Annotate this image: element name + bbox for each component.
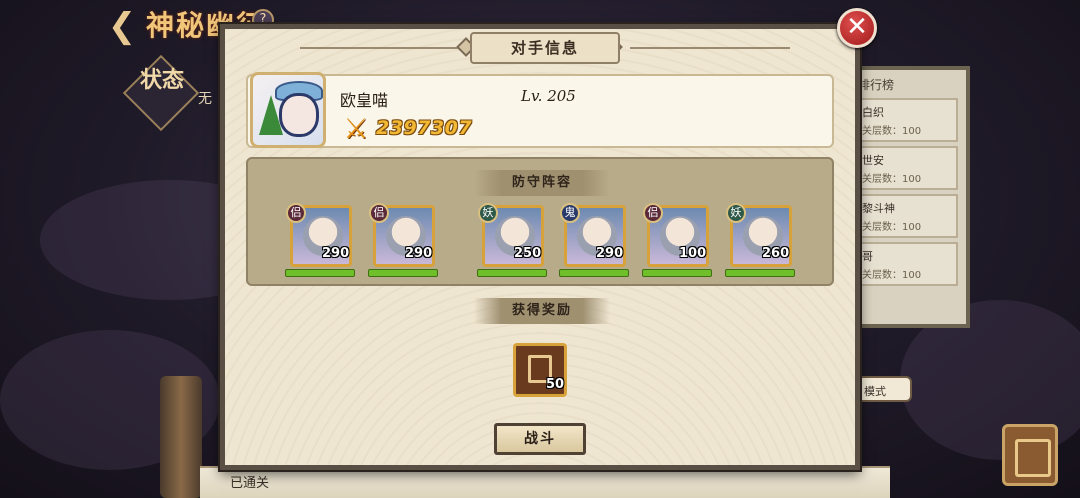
treasure-chest-icon[interactable]: [1002, 424, 1058, 486]
hero-class-badge: 鬼: [560, 203, 580, 223]
reward-count: 50: [546, 377, 565, 392]
hero-hp-bar: [368, 269, 438, 277]
ranking-row[interactable]: 黎斗神 关层数：100: [852, 194, 958, 238]
hero-class-badge: 妖: [726, 203, 746, 223]
hero-level: 250: [514, 246, 542, 261]
ranking-name: 世安: [862, 154, 884, 167]
hero-hp-bar: [285, 269, 355, 277]
combat-power: 2397307: [376, 117, 473, 139]
lineup-title: 防守阵容: [511, 175, 572, 190]
hero-level: 100: [679, 246, 707, 261]
avatar: [250, 72, 326, 148]
ranking-title: 排行榜: [858, 78, 895, 92]
ranking-floor: 关层数：100: [862, 126, 922, 137]
fight-button[interactable]: 战斗: [494, 423, 586, 455]
title-divider: [300, 47, 460, 49]
hero-level: 290: [405, 246, 433, 261]
ranking-name: 白织: [862, 106, 884, 119]
status-badge[interactable]: 状态: [140, 68, 184, 92]
ranking-floor: 关层数：100: [862, 222, 922, 233]
hero-class-badge: 侣: [369, 203, 389, 223]
avatar-face: [279, 93, 319, 137]
dialog-title: 对手信息: [510, 39, 579, 57]
ranking-row[interactable]: 世安 关层数：100: [852, 146, 958, 190]
hero-hp-bar: [642, 269, 712, 277]
hero-level: 260: [762, 246, 790, 261]
ranking-row[interactable]: 哥 关层数：100: [852, 242, 958, 286]
back-arrow-icon[interactable]: ❮: [104, 8, 140, 44]
ranking-floor: 关层数：100: [862, 270, 922, 281]
hero-level: 290: [322, 246, 350, 261]
hero-level: 290: [596, 246, 624, 261]
close-button[interactable]: ✕: [837, 8, 877, 48]
ranking-name: 哥: [862, 250, 873, 263]
status-side-text: 无: [198, 91, 212, 107]
hero-class-badge: 侣: [643, 203, 663, 223]
hero-hp-bar: [559, 269, 629, 277]
title-divider: [630, 47, 790, 49]
player-level: Lv. 205: [521, 87, 576, 105]
hero-class-badge: 侣: [286, 203, 306, 223]
reward-title: 获得奖励: [511, 303, 572, 318]
hero-class-badge: 妖: [478, 203, 498, 223]
crossed-swords-icon: ⚔: [343, 112, 369, 145]
mode-tag[interactable]: 模式: [852, 376, 912, 402]
dialog-title-bar: 对手信息: [470, 32, 620, 64]
lineup-ribbon: 防守阵容: [474, 170, 610, 196]
ranking-name: 黎斗神: [862, 202, 895, 215]
player-card: [246, 74, 834, 148]
player-name: 欧皇喵: [340, 91, 389, 110]
stage-strip: [200, 466, 890, 498]
cleared-label: 已通关: [230, 476, 270, 491]
reward-ribbon: 获得奖励: [474, 298, 610, 324]
ranking-row[interactable]: 白织 关层数：100: [852, 98, 958, 142]
hero-hp-bar: [477, 269, 547, 277]
ranking-floor: 关层数：100: [862, 174, 922, 185]
hero-hp-bar: [725, 269, 795, 277]
scroll-decoration: [160, 376, 202, 498]
